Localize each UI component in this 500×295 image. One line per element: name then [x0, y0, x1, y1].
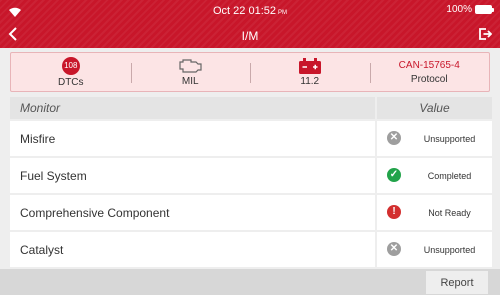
protocol-label: Protocol [410, 73, 448, 85]
protocol-cell: CAN-15765-4 Protocol [369, 53, 490, 91]
status-bar: Oct 22 01:52 PM 100% [0, 0, 500, 22]
monitor-name: Catalyst [10, 232, 375, 267]
battery-cell: 11.2 [250, 53, 370, 91]
column-header-monitor: Monitor [10, 97, 375, 119]
status-text: Not Ready [428, 207, 471, 218]
exit-icon [479, 28, 493, 40]
monitor-name: Comprehensive Component [10, 195, 375, 230]
check-icon: ✓ [387, 168, 401, 182]
status-text: Completed [427, 170, 472, 181]
vehicle-info-panel: 108 DTCs MIL 11.2 CAN-15765-4 Protocol [10, 52, 490, 92]
monitor-name: Fuel System [10, 158, 375, 193]
clock-time: Oct 22 01:52 [213, 5, 276, 17]
table-row: Misfire ✕ Unsupported [0, 121, 500, 156]
status-text: Unsupported [423, 133, 476, 144]
clock: Oct 22 01:52 PM [0, 5, 500, 17]
report-button[interactable]: Report [426, 271, 488, 294]
voltage-value: 11.2 [300, 75, 320, 87]
mil-cell: MIL [130, 53, 251, 91]
table-row: Comprehensive Component ! Not Ready [0, 195, 500, 230]
dtc-count-badge: 108 [61, 56, 80, 75]
monitor-status: ! Not Ready [377, 195, 492, 230]
mil-label: MIL [181, 75, 199, 87]
unsupported-icon: ✕ [387, 242, 401, 256]
monitor-table: Monitor Value Misfire ✕ Unsupported Fuel… [0, 97, 500, 267]
battery-icon [475, 5, 494, 14]
monitor-status: ✕ Unsupported [377, 121, 492, 156]
car-battery-icon [298, 57, 321, 74]
table-row: Fuel System ✓ Completed [0, 158, 500, 193]
status-text: Unsupported [423, 244, 476, 255]
exit-button[interactable] [478, 27, 493, 46]
table-row: Catalyst ✕ Unsupported [0, 232, 500, 267]
protocol-name: CAN-15765-4 [398, 59, 460, 71]
unsupported-icon: ✕ [387, 131, 401, 145]
dtc-label: DTCs [57, 76, 84, 88]
warning-icon: ! [387, 205, 401, 219]
top-bar: Oct 22 01:52 PM 100% I/M [0, 0, 500, 48]
monitor-status: ✕ Unsupported [377, 232, 492, 267]
monitor-name: Misfire [10, 121, 375, 156]
clock-ampm: PM [278, 10, 287, 16]
column-header-value: Value [377, 97, 492, 119]
table-header: Monitor Value [0, 97, 500, 119]
dtc-cell[interactable]: 108 DTCs [11, 53, 131, 91]
engine-icon [179, 58, 202, 73]
battery-status: 100% [446, 4, 494, 15]
monitor-status: ✓ Completed [377, 158, 492, 193]
page-title: I/M [241, 29, 259, 43]
footer-bar: Report [0, 269, 500, 295]
nav-row: I/M [0, 24, 500, 48]
battery-percent: 100% [446, 4, 472, 15]
